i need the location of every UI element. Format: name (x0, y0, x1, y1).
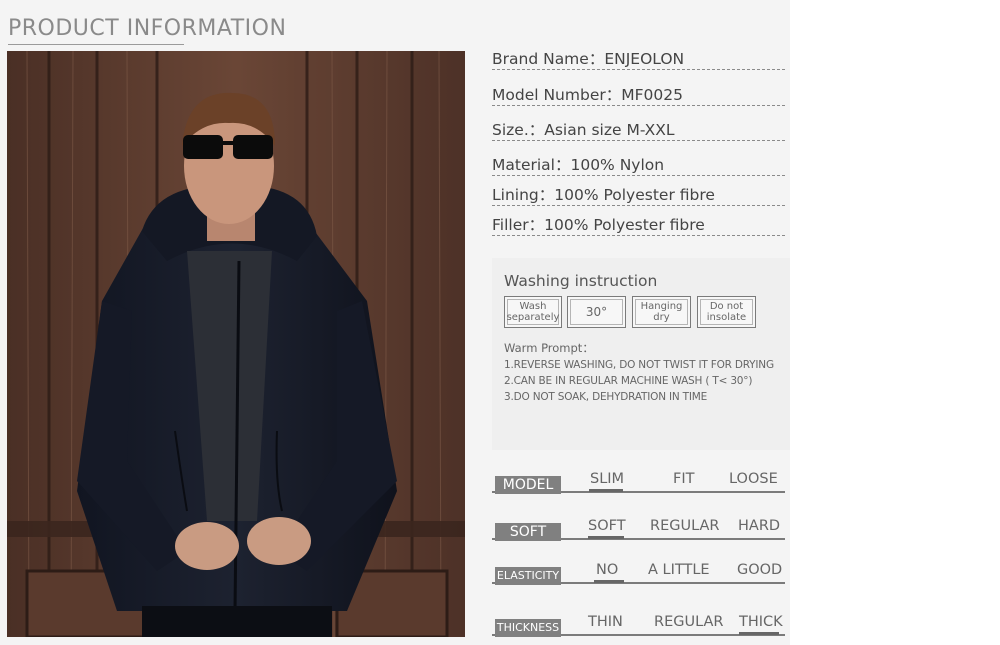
scale-option: SOFT (588, 518, 626, 534)
selected-indicator (594, 580, 624, 583)
spec-row-brand: Brand Name：ENJEOLON (492, 47, 785, 70)
hanging-dry-icon: Hanging dry (632, 296, 691, 328)
scale-label: MODEL (495, 476, 561, 494)
spec-row-size: Size.：Asian size M-XXL (492, 118, 785, 141)
wash-temperature-icon: 30° (567, 296, 626, 328)
scale-soft: SOFT SOFT REGULAR HARD (492, 510, 785, 541)
scale-option: GOOD (737, 562, 783, 578)
section-title: PRODUCT INFORMATION (8, 16, 287, 41)
scale-option: LOOSE (729, 471, 778, 487)
scale-option: FIT (673, 471, 695, 487)
scale-option: SLIM (590, 471, 625, 487)
scale-option: THICK (739, 614, 783, 630)
product-photo (7, 51, 465, 637)
title-underline (8, 44, 184, 45)
scale-label: THICKNESS (495, 619, 561, 637)
scale-model: MODEL SLIM FIT LOOSE (492, 463, 785, 494)
selected-indicator (589, 489, 623, 492)
warm-prompt-line: 2.CAN BE IN REGULAR MACHINE WASH ( T< 30… (504, 375, 753, 387)
scale-option: REGULAR (654, 614, 724, 630)
warm-prompt-title: Warm Prompt： (504, 341, 594, 355)
scale-option: A LITTLE (648, 562, 710, 578)
scale-option: THIN (588, 614, 623, 630)
spec-row-model: Model Number：MF0025 (492, 83, 785, 106)
scale-option: NO (596, 562, 619, 578)
scale-label: ELASTICITY (495, 567, 561, 585)
do-not-insolate-icon: Do not insolate (697, 296, 756, 328)
warm-prompt-line: 3.DO NOT SOAK, DEHYDRATION IN TIME (504, 391, 708, 403)
spec-row-material: Material：100% Nylon (492, 153, 785, 176)
scale-elasticity: ELASTICITY NO A LITTLE GOOD (492, 554, 785, 585)
wash-box-label: 30° (585, 304, 608, 319)
washing-title: Washing instruction (504, 272, 658, 290)
wash-box-label: Hanging dry (640, 301, 683, 323)
scale-option: REGULAR (650, 518, 720, 534)
warm-prompt-line: 1.REVERSE WASHING, DO NOT TWIST IT FOR D… (504, 359, 774, 371)
spec-row-lining: Lining：100% Polyester fibre (492, 183, 785, 206)
scale-label: SOFT (495, 523, 561, 541)
washing-instruction-box: Washing instruction Wash separately 30° … (492, 258, 790, 450)
scale-option: HARD (738, 518, 781, 534)
selected-indicator (739, 632, 779, 635)
selected-indicator (588, 536, 624, 539)
wash-box-label: Do not insolate (706, 301, 747, 323)
spec-row-filler: Filler：100% Polyester fibre (492, 213, 785, 236)
wash-box-label: Wash separately (506, 301, 560, 323)
scale-thickness: THICKNESS THIN REGULAR THICK (492, 606, 785, 637)
wash-separately-icon: Wash separately (504, 296, 562, 328)
